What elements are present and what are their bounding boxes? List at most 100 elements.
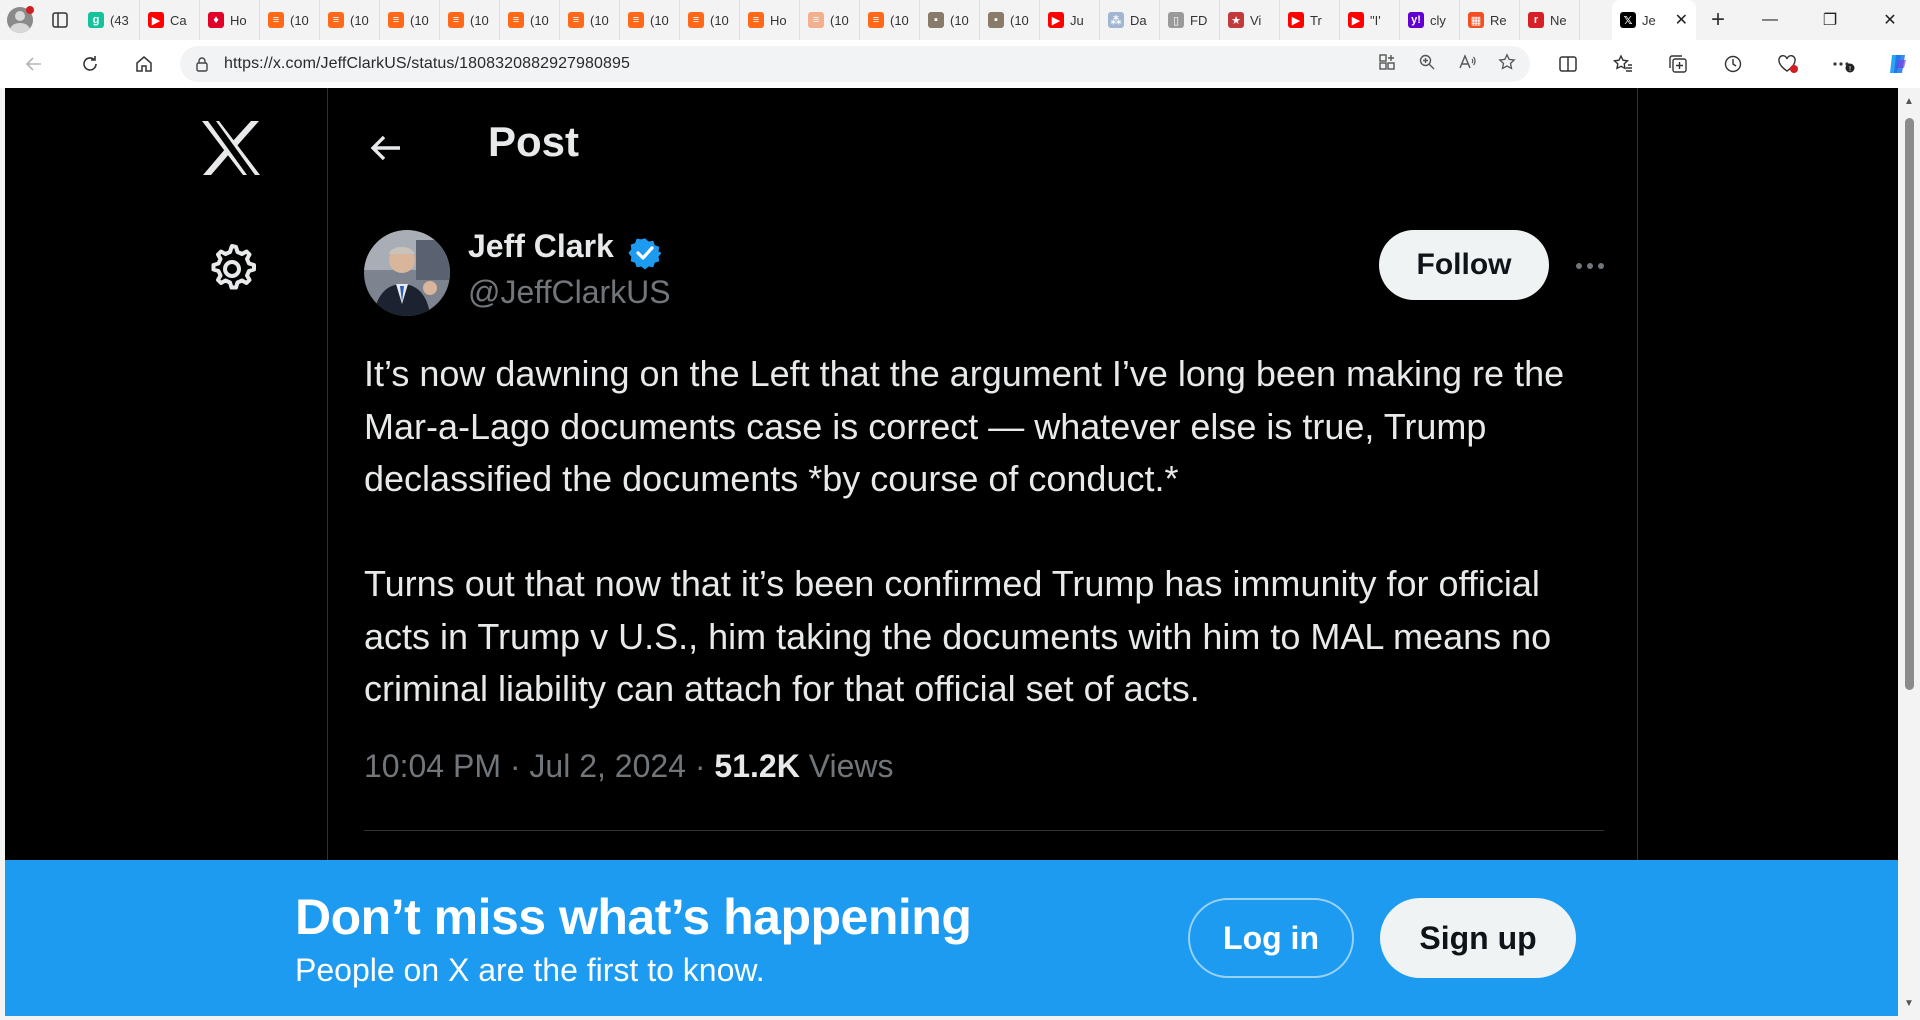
tab-item[interactable]: ★ Vi xyxy=(1220,0,1280,40)
tab-item[interactable]: y! cly xyxy=(1400,0,1460,40)
post-time[interactable]: 10:04 PM xyxy=(364,748,501,784)
profile-avatar-icon[interactable] xyxy=(0,0,40,40)
tab-item[interactable]: ≡ Ho xyxy=(740,0,800,40)
new-tab-icon[interactable]: + xyxy=(1696,0,1740,40)
address-bar[interactable]: https://x.com/JeffClarkUS/status/1808320… xyxy=(180,46,1530,82)
zoom-icon[interactable] xyxy=(1418,53,1436,76)
tab-item[interactable]: ▶ Ca xyxy=(140,0,200,40)
app-available-icon[interactable] xyxy=(1378,53,1396,76)
substack-icon: ≡ xyxy=(388,12,404,28)
tab-label: (10 xyxy=(950,12,969,28)
substack-icon: ≡ xyxy=(868,12,884,28)
tab-label: Je xyxy=(1642,12,1656,28)
back-arrow-icon[interactable] xyxy=(368,130,404,166)
tab-label: cly xyxy=(1430,12,1446,28)
tab-item[interactable]: ▶ Ju xyxy=(1040,0,1100,40)
tab-item[interactable]: ≡ (10 xyxy=(620,0,680,40)
substack-icon: ≡ xyxy=(328,12,344,28)
svg-text:!: ! xyxy=(1848,65,1851,73)
views-count: 51.2K xyxy=(714,748,800,784)
close-window-icon[interactable]: ✕ xyxy=(1860,0,1920,40)
page-viewport: Post Jeff Clark @JeffClarkUS Follow It’s… xyxy=(5,88,1898,1016)
minimize-icon[interactable]: — xyxy=(1740,0,1800,40)
tab-item[interactable]: ▪ (10 xyxy=(980,0,1040,40)
grammarly-icon: g xyxy=(88,12,104,28)
tab-label: Ca xyxy=(170,12,187,28)
page-scrollbar[interactable]: ▲ ▼ xyxy=(1898,88,1920,1016)
signup-button[interactable]: Sign up xyxy=(1380,898,1576,978)
tab-item[interactable]: ≡ (10 xyxy=(260,0,320,40)
substack-icon: ≡ xyxy=(448,12,464,28)
x-logo-icon[interactable] xyxy=(200,120,262,176)
history-icon[interactable] xyxy=(1705,40,1760,88)
substack-icon: ≡ xyxy=(688,12,704,28)
divider xyxy=(364,830,1604,831)
tab-item[interactable]: ≡ (10 xyxy=(440,0,500,40)
url-text[interactable]: https://x.com/JeffClarkUS/status/1808320… xyxy=(224,55,630,73)
tab-label: (10 xyxy=(890,12,909,28)
views-label: Views xyxy=(808,748,894,784)
close-tab-icon[interactable]: ✕ xyxy=(1675,10,1688,30)
post-paragraph: It’s now dawning on the Left that the ar… xyxy=(364,353,1565,499)
tab-item[interactable]: ▶ "I' xyxy=(1340,0,1400,40)
tab-item[interactable]: ≡ (10 xyxy=(800,0,860,40)
lock-icon[interactable] xyxy=(180,56,224,72)
refresh-icon[interactable] xyxy=(66,44,114,84)
tab-label: Ju xyxy=(1070,12,1084,28)
tab-active[interactable]: 𝕏 Je ✕ xyxy=(1612,0,1696,40)
tab-label: Vi xyxy=(1250,12,1262,28)
login-button[interactable]: Log in xyxy=(1188,898,1354,978)
tab-item[interactable]: ≡ (10 xyxy=(380,0,440,40)
avatar[interactable] xyxy=(364,230,450,316)
split-screen-icon[interactable] xyxy=(1540,40,1595,88)
favorites-icon[interactable] xyxy=(1595,40,1650,88)
restore-icon[interactable]: ❐ xyxy=(1800,0,1860,40)
tab-label: (10 xyxy=(590,12,609,28)
tab-item[interactable]: ≡ (10 xyxy=(680,0,740,40)
follow-button[interactable]: Follow xyxy=(1379,230,1549,300)
collections-icon[interactable] xyxy=(1650,40,1705,88)
substack-light-icon: ≡ xyxy=(808,12,824,28)
substack-icon: ≡ xyxy=(568,12,584,28)
post-paragraph: Turns out that now that it’s been confir… xyxy=(364,563,1552,709)
tab-item[interactable]: ≡ (10 xyxy=(500,0,560,40)
tab-label: (10 xyxy=(530,12,549,28)
gear-icon[interactable] xyxy=(205,240,259,294)
read-aloud-icon[interactable] xyxy=(1458,53,1476,76)
author-name[interactable]: Jeff Clark xyxy=(468,228,614,265)
tab-item[interactable]: ▯ FD xyxy=(1160,0,1220,40)
tab-item[interactable]: ≡ (10 xyxy=(860,0,920,40)
tab-item[interactable]: g (43 xyxy=(80,0,140,40)
tab-item[interactable]: r Ne xyxy=(1520,0,1580,40)
tab-item[interactable]: ▪ (10 xyxy=(920,0,980,40)
tab-label: Da xyxy=(1130,12,1147,28)
browser-essentials-icon[interactable] xyxy=(1760,40,1815,88)
home-icon[interactable] xyxy=(120,44,168,84)
tab-item[interactable]: ≡ (10 xyxy=(320,0,380,40)
tab-item[interactable]: ⁂ Da xyxy=(1100,0,1160,40)
back-icon[interactable] xyxy=(10,44,58,84)
more-options-icon[interactable] xyxy=(1568,248,1612,284)
tab-item[interactable]: ≡ (10 xyxy=(560,0,620,40)
tab-label: Ho xyxy=(770,12,787,28)
favorite-star-icon[interactable] xyxy=(1498,52,1516,76)
tab-item[interactable]: ♦ Ho xyxy=(200,0,260,40)
tab-actions-icon[interactable] xyxy=(40,0,80,40)
document-icon: ▯ xyxy=(1168,12,1184,28)
scrollbar-thumb[interactable] xyxy=(1905,118,1914,690)
browser-toolbar: https://x.com/JeffClarkUS/status/1808320… xyxy=(0,40,1920,88)
banner-title: Don’t miss what’s happening xyxy=(295,889,972,945)
copilot-icon[interactable] xyxy=(1870,40,1920,88)
author-handle[interactable]: @JeffClarkUS xyxy=(468,274,671,311)
tab-label: (10 xyxy=(290,12,309,28)
bookmark-red-icon: ♦ xyxy=(208,12,224,28)
settings-more-icon[interactable]: ! xyxy=(1815,40,1870,88)
youtube-icon: ▶ xyxy=(148,12,164,28)
verified-badge-icon[interactable] xyxy=(627,235,663,271)
scroll-up-icon[interactable]: ▲ xyxy=(1903,96,1915,108)
tab-item[interactable]: ▦ Re xyxy=(1460,0,1520,40)
scroll-down-icon[interactable]: ▼ xyxy=(1903,998,1915,1010)
tab-item[interactable]: ▶ Tr xyxy=(1280,0,1340,40)
post-date[interactable]: Jul 2, 2024 xyxy=(529,748,686,784)
tab-label: Tr xyxy=(1310,12,1322,28)
